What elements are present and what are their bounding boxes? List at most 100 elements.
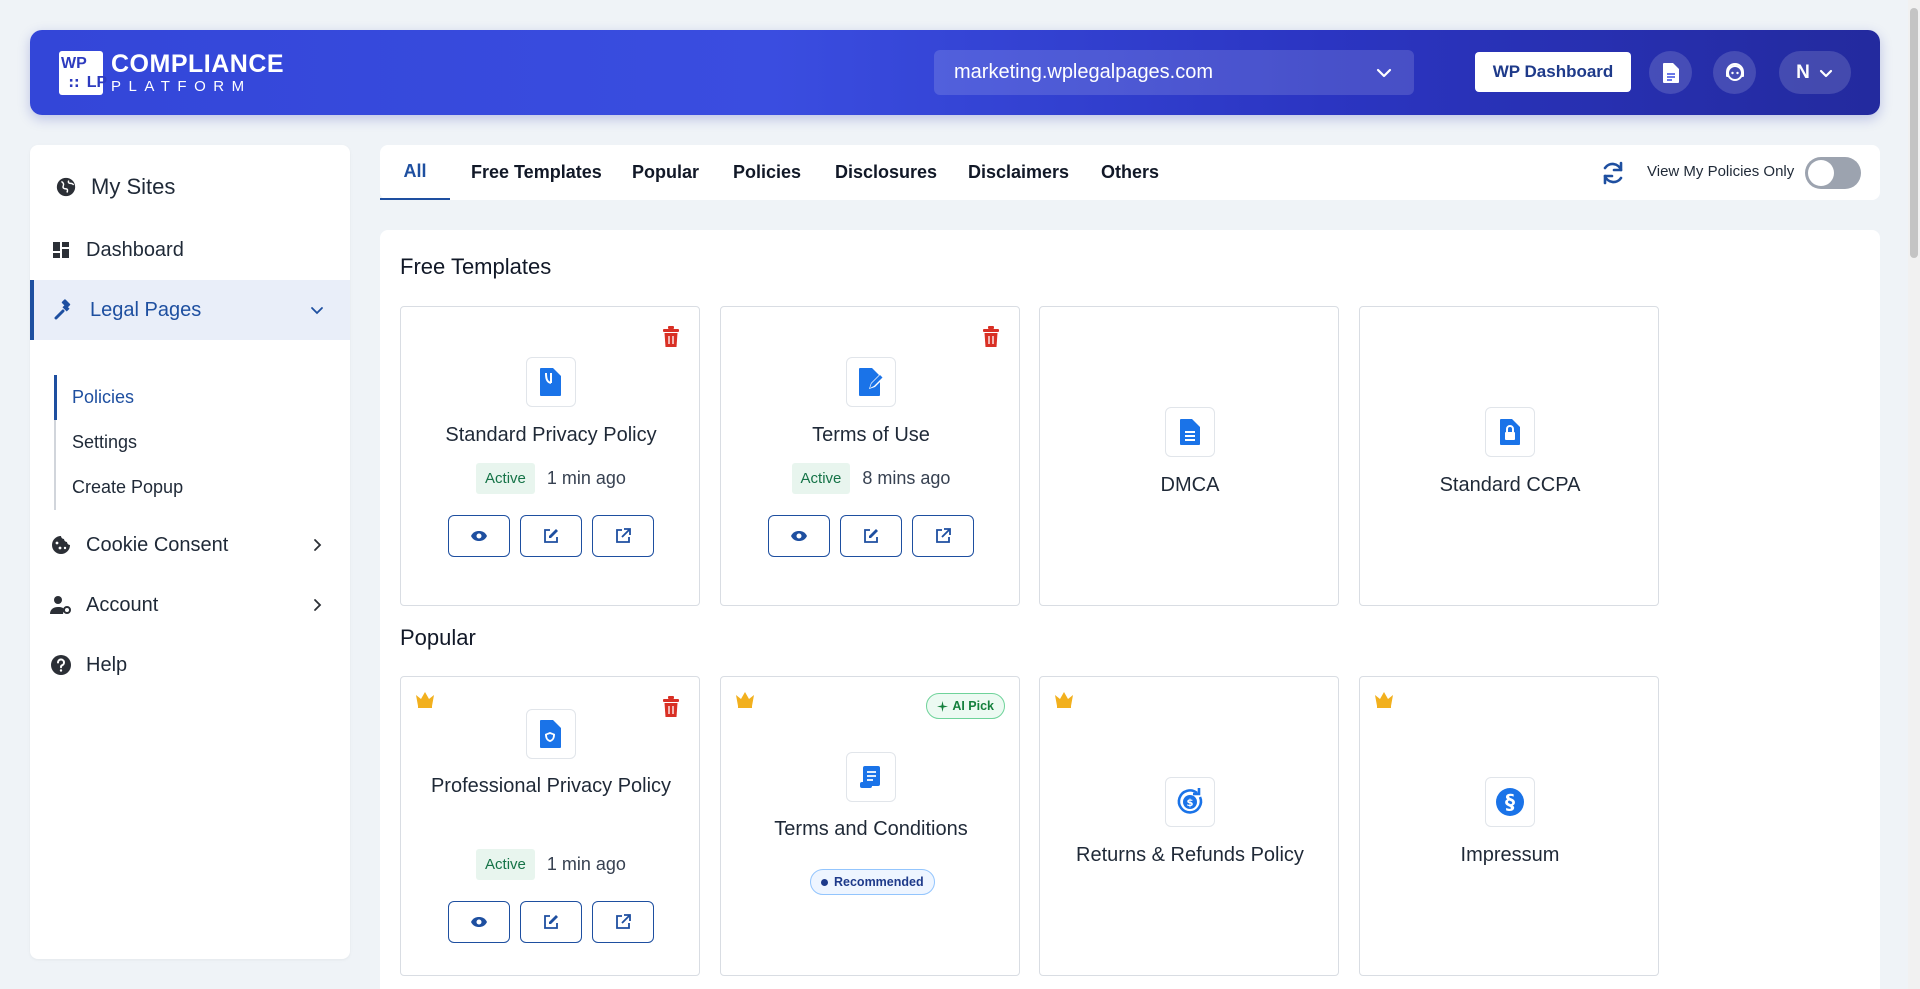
- card-status-row: Active 1 min ago: [401, 849, 701, 880]
- sidebar-item-label: Legal Pages: [90, 298, 202, 321]
- logo-mark: WP ∷ LP: [59, 51, 107, 95]
- sidebar-item-label: Account: [86, 593, 159, 616]
- user-initial: N: [1796, 61, 1810, 83]
- scroll-icon: [846, 752, 896, 802]
- logo-mark-letters: LP: [86, 73, 108, 91]
- user-menu-button[interactable]: N: [1779, 51, 1851, 94]
- tab-free-templates[interactable]: Free Templates: [471, 145, 602, 200]
- trash-icon[interactable]: [661, 696, 681, 718]
- svg-text:§: §: [1505, 790, 1515, 814]
- section-title-free-templates: Free Templates: [400, 254, 552, 279]
- open-external-button[interactable]: [912, 515, 974, 557]
- svg-text:$: $: [1187, 798, 1194, 809]
- open-external-button[interactable]: [592, 901, 654, 943]
- chevron-right-icon: [314, 599, 322, 611]
- edit-button[interactable]: [520, 515, 582, 557]
- logo-line1: COMPLIANCE: [111, 50, 285, 78]
- policy-card-standard-ccpa[interactable]: Standard CCPA: [1359, 306, 1659, 606]
- page-scrollbar[interactable]: [1908, 0, 1920, 989]
- card-title: Terms and Conditions: [774, 818, 968, 840]
- dashboard-icon: [50, 239, 72, 261]
- card-title: DMCA: [1160, 474, 1220, 496]
- policy-card-impressum[interactable]: § Impressum: [1359, 676, 1659, 976]
- crown-icon: [1055, 692, 1073, 708]
- top-header: WP ∷ LP COMPLIANCE PLATFORM marketing.wp…: [30, 30, 1880, 115]
- support-agent-icon: [1725, 62, 1744, 81]
- ai-pick-badge: AI Pick: [926, 693, 1005, 719]
- tab-all[interactable]: All: [380, 145, 450, 200]
- sidebar-item-account[interactable]: Account: [30, 575, 350, 635]
- tab-disclosures[interactable]: Disclosures: [835, 145, 937, 200]
- card-title: Standard CCPA: [1439, 474, 1581, 496]
- sidebar-item-my-sites[interactable]: My Sites: [30, 153, 350, 221]
- site-selector[interactable]: marketing.wplegalpages.com: [934, 50, 1414, 95]
- view-button[interactable]: [448, 901, 510, 943]
- status-badge: Active: [476, 463, 535, 494]
- edit-button[interactable]: [520, 901, 582, 943]
- chevron-right-icon: [314, 539, 322, 551]
- recommended-label: Recommended: [834, 875, 924, 889]
- policy-card-dmca[interactable]: DMCA: [1039, 306, 1339, 606]
- gavel-icon: [54, 299, 76, 321]
- tab-policies[interactable]: Policies: [733, 145, 801, 200]
- card-title: Terms of Use: [812, 424, 930, 446]
- tab-disclaimers[interactable]: Disclaimers: [968, 145, 1069, 200]
- view-my-policies-toggle[interactable]: [1805, 157, 1861, 189]
- policy-card-terms-and-conditions[interactable]: AI Pick Terms and Conditions Recommended: [720, 676, 1020, 976]
- sidebar-item-label: Help: [86, 653, 128, 676]
- sidebar-subitem-policies[interactable]: Policies: [54, 375, 314, 420]
- documents-button[interactable]: [1649, 51, 1692, 94]
- view-button[interactable]: [448, 515, 510, 557]
- sidebar-item-legal-pages[interactable]: Legal Pages: [30, 280, 350, 340]
- external-link-icon: [616, 528, 631, 543]
- refresh-icon[interactable]: [1600, 160, 1626, 186]
- card-title: Impressum: [1460, 844, 1560, 866]
- policy-card-returns-refunds[interactable]: $ Returns & Refunds Policy: [1039, 676, 1339, 976]
- sidebar-subitem-settings[interactable]: Settings: [56, 420, 314, 465]
- file-lock-icon: [1485, 407, 1535, 457]
- chevron-down-icon: [1376, 68, 1392, 77]
- chevron-down-icon: [1819, 69, 1832, 77]
- trash-icon[interactable]: [661, 326, 681, 348]
- policy-card-terms-of-use[interactable]: Terms of Use Active 8 mins ago: [720, 306, 1020, 606]
- policy-card-professional-privacy[interactable]: Professional Privacy Policy Active 1 min…: [400, 676, 700, 976]
- scrollbar-thumb[interactable]: [1910, 8, 1918, 258]
- cookie-icon: [50, 534, 72, 556]
- view-button[interactable]: [768, 515, 830, 557]
- section-title-popular: Popular: [400, 625, 476, 650]
- sidebar-item-help[interactable]: Help: [30, 635, 350, 695]
- status-badge: Active: [791, 463, 851, 494]
- logo[interactable]: WP ∷ LP COMPLIANCE PLATFORM: [59, 51, 284, 95]
- edit-button[interactable]: [840, 515, 902, 557]
- file-shield-icon: [526, 357, 576, 407]
- updated-time: 8 mins ago: [862, 468, 951, 488]
- logo-mark-letters: WP: [61, 54, 87, 72]
- logo-text: COMPLIANCE PLATFORM: [111, 50, 285, 95]
- help-icon: [50, 654, 72, 676]
- card-title: Standard Privacy Policy: [445, 424, 657, 446]
- card-title: Returns & Refunds Policy: [1076, 844, 1304, 866]
- file-text-icon: [1165, 407, 1215, 457]
- crown-icon: [736, 692, 754, 708]
- sidebar-subitem-create-popup[interactable]: Create Popup: [56, 465, 314, 510]
- tab-others[interactable]: Others: [1101, 145, 1159, 200]
- sidebar-item-cookie-consent[interactable]: Cookie Consent: [30, 515, 350, 575]
- trash-icon[interactable]: [981, 326, 1001, 348]
- legal-pages-submenu: Policies Settings Create Popup: [54, 375, 314, 510]
- globe-icon: [55, 176, 77, 198]
- logo-line2: PLATFORM: [111, 78, 252, 95]
- file-shield-icon: [526, 709, 576, 759]
- chevron-down-icon: [311, 307, 323, 315]
- card-title: Professional Privacy Policy: [430, 775, 672, 797]
- sidebar-item-dashboard[interactable]: Dashboard: [30, 220, 350, 280]
- wp-dashboard-button[interactable]: WP Dashboard: [1475, 52, 1631, 92]
- crown-icon: [1375, 692, 1393, 708]
- external-link-icon: [936, 528, 951, 543]
- support-button[interactable]: [1713, 51, 1756, 94]
- document-icon: [1662, 62, 1679, 83]
- card-actions: [401, 515, 701, 557]
- policy-card-standard-privacy[interactable]: Standard Privacy Policy Active 1 min ago: [400, 306, 700, 606]
- eye-icon: [471, 531, 487, 541]
- open-external-button[interactable]: [592, 515, 654, 557]
- tab-popular[interactable]: Popular: [632, 145, 699, 200]
